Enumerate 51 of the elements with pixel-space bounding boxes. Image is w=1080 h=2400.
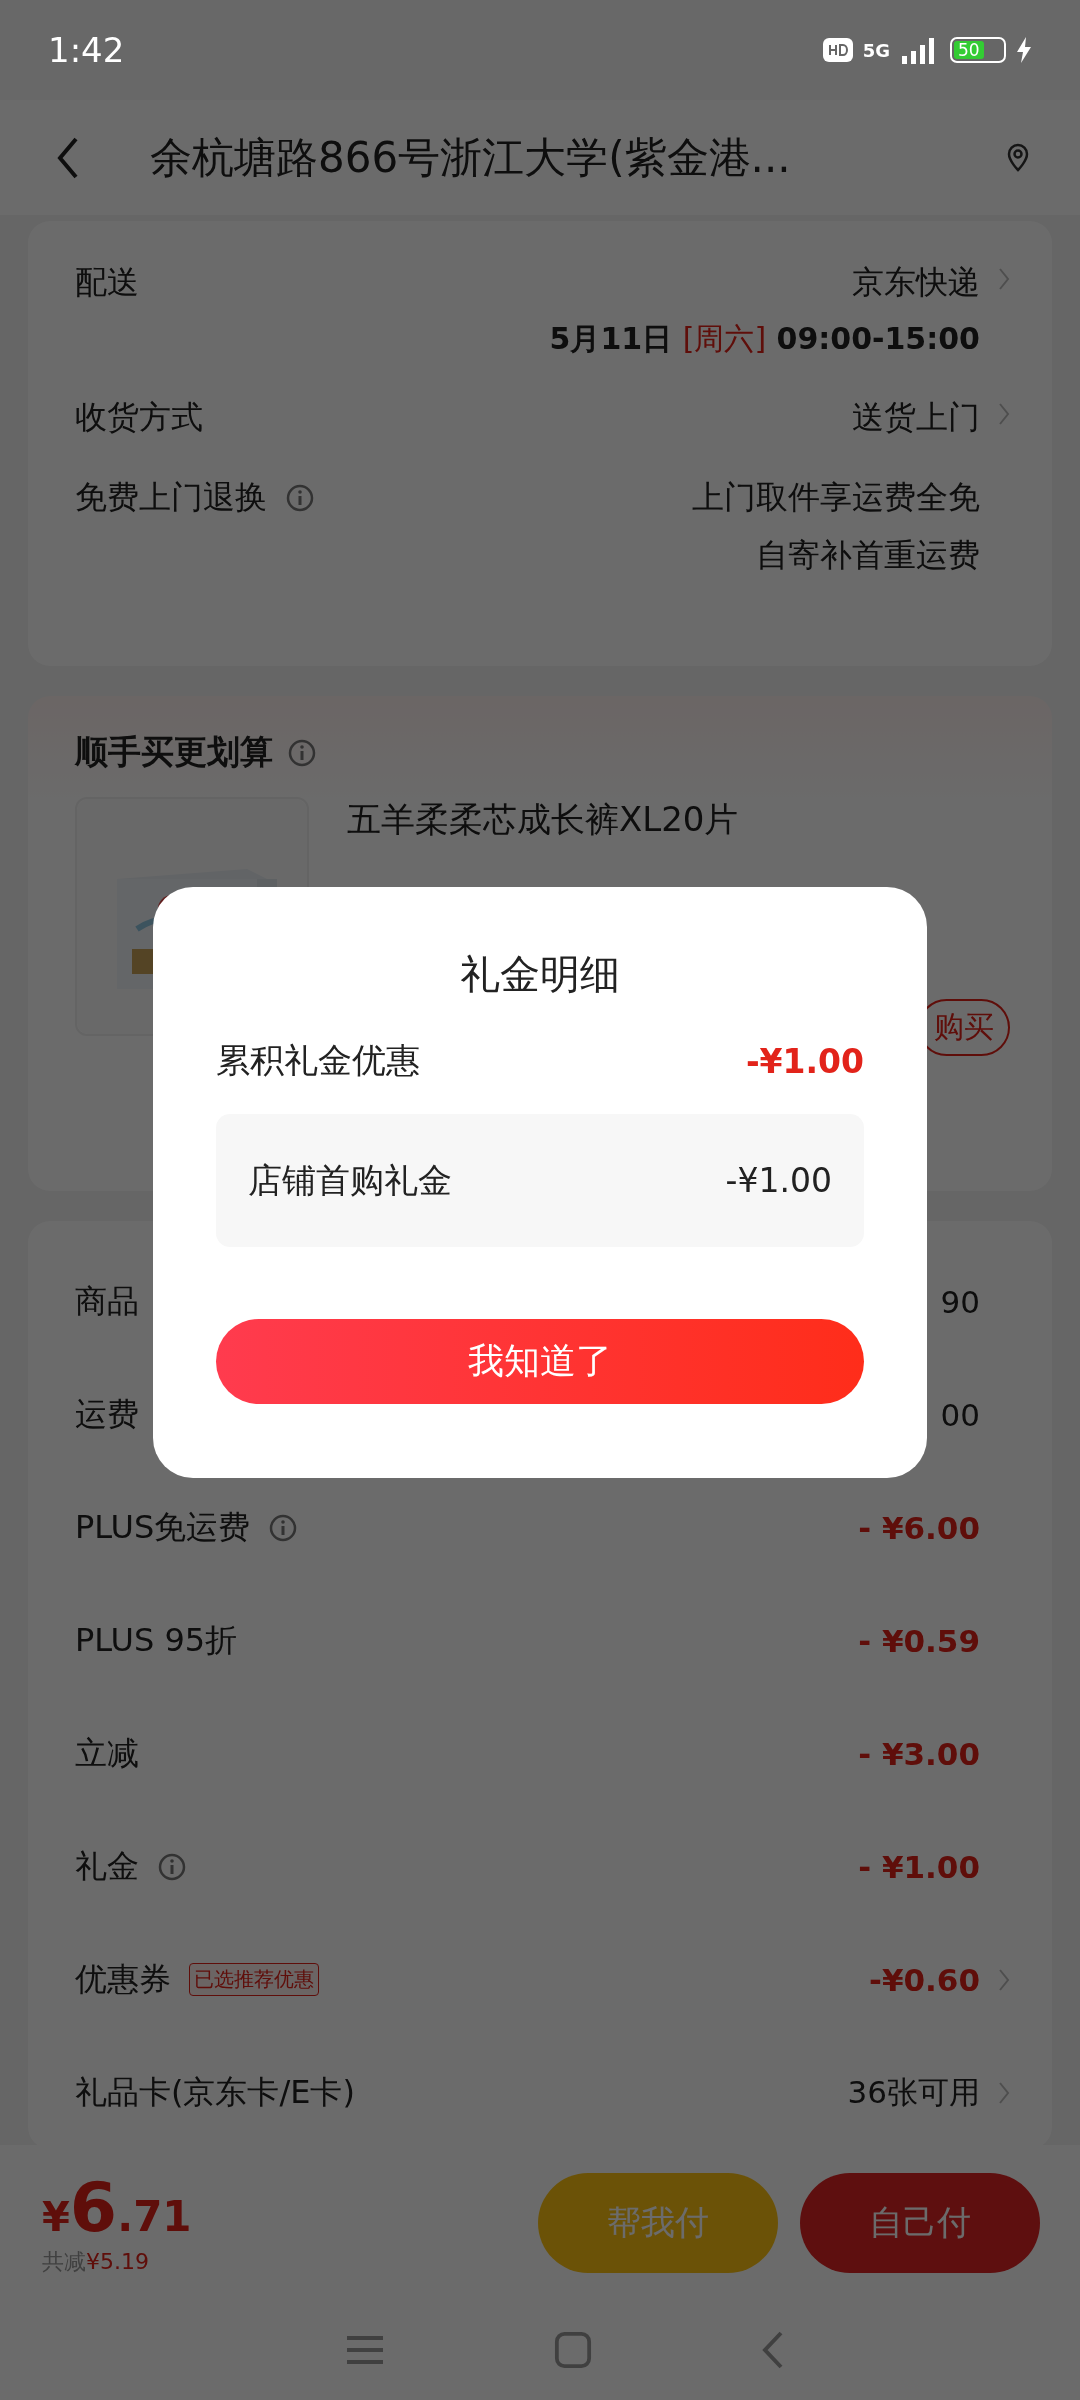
network-label: 5G (862, 39, 890, 61)
row-label: 优惠券 (75, 1958, 171, 2000)
info-icon[interactable] (268, 1512, 299, 1543)
menu-icon[interactable] (344, 2335, 385, 2365)
battery-icon: 50 (950, 37, 1006, 63)
pay-button[interactable]: 自己付 (800, 2172, 1040, 2273)
row-value: 00 (940, 1396, 980, 1433)
product-name[interactable]: 五羊柔柔芯成长裤XL20片 (347, 799, 739, 839)
back-icon[interactable] (56, 135, 80, 180)
confirm-button[interactable]: 我知道了 (216, 1319, 864, 1404)
row-label: 配送 (75, 262, 139, 303)
dialog-title: 礼金明细 (460, 950, 620, 999)
total-price: ¥6.71 (42, 2168, 192, 2247)
row-label: 礼品卡(京东卡/E卡) (75, 2071, 355, 2113)
chevron-icon[interactable] (998, 267, 1010, 291)
row-value: -¥0.60 (869, 1961, 980, 1998)
chevron-icon[interactable] (998, 402, 1010, 426)
row-label: 收货方式 (75, 397, 203, 438)
delivery-time: 5月11日 [周六] 09:00-15:00 (549, 320, 980, 358)
row-label: 运费 (75, 1393, 139, 1435)
row-value: 送货上门 (852, 397, 980, 438)
row-value: 上门取件享运费全免 (692, 477, 980, 518)
item-value: -¥1.00 (725, 1161, 832, 1200)
info-icon[interactable] (157, 1851, 187, 1882)
row-value: 36张可用 (847, 2072, 980, 2112)
chevron-icon[interactable] (998, 2080, 1010, 2105)
row-value: - ¥3.00 (858, 1735, 980, 1772)
courier-name[interactable]: 京东快递 (852, 261, 980, 305)
status-time: 1:42 (48, 30, 125, 70)
home-icon[interactable] (554, 2331, 592, 2369)
total-value: -¥1.00 (745, 1041, 864, 1081)
row-label: 免费上门退换 (75, 477, 267, 518)
info-icon[interactable] (285, 483, 315, 513)
row-label: 立减 (75, 1732, 139, 1774)
row-label: PLUS 95折 (75, 1619, 238, 1661)
hd-icon (822, 38, 853, 62)
info-icon[interactable] (287, 737, 317, 768)
section-title: 顺手买更划算 (75, 731, 273, 773)
row-label: 商品 (75, 1280, 139, 1322)
row-value: - ¥6.00 (858, 1509, 980, 1546)
item-label: 店铺首购礼金 (248, 1158, 452, 1202)
row-label: PLUS免运费 (75, 1506, 251, 1548)
row-label: 礼金 (75, 1845, 139, 1887)
location-pin-icon[interactable] (1006, 142, 1030, 173)
row-value: - ¥0.59 (858, 1622, 980, 1659)
row-value: 90 (940, 1283, 980, 1320)
total-label: 累积礼金优惠 (216, 1039, 420, 1082)
row-value: 自寄补首重运费 (756, 535, 980, 576)
chevron-icon[interactable] (998, 1967, 1010, 1992)
row-value: - ¥1.00 (858, 1848, 980, 1885)
recommend-tag: 已选推荐优惠 (189, 1963, 319, 1996)
